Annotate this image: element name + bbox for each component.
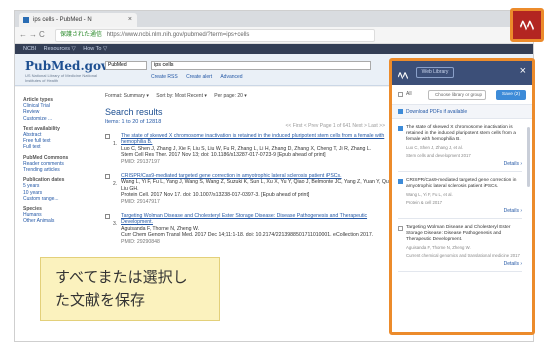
card-checkbox[interactable] xyxy=(398,126,403,131)
result-item: 2. CRISPR/Cas9-mediated targeted gene co… xyxy=(105,173,395,205)
filter-item[interactable]: Full text xyxy=(23,144,93,150)
extension-toolbar-button[interactable]: ﾍﾍ xyxy=(510,8,544,42)
forward-icon[interactable]: → xyxy=(29,30,37,39)
select-all-label: All xyxy=(406,91,412,97)
filter-item[interactable]: Other Animals xyxy=(23,218,93,224)
filter-item[interactable]: Customize ... xyxy=(23,116,93,122)
logo-subtitle: US National Library of Medicine National… xyxy=(25,73,98,83)
card-title: CRISPR/Cas9-mediated targeted gene corre… xyxy=(406,178,517,189)
result-number: 3. xyxy=(113,221,118,228)
filter-item[interactable]: Custom range... xyxy=(23,196,93,202)
card-details-link[interactable]: Details › xyxy=(406,161,522,167)
download-pdf-checkbox[interactable] xyxy=(398,109,403,114)
filter-sidebar: Article types Clinical Trial Review Cust… xyxy=(23,93,93,225)
url-text: https://www.ncbi.nlm.nih.gov/pubmed/?ter… xyxy=(106,32,250,38)
card-details-link[interactable]: Details › xyxy=(406,261,522,267)
mendeley-icon: ﾍﾍ xyxy=(398,71,408,82)
result-pmid: PMID: 29290848 xyxy=(121,238,160,245)
format-bar: Format: Summary ▾ Sort by: Most Recent ▾… xyxy=(105,93,395,99)
results-title: Search results xyxy=(105,107,163,117)
format-select[interactable]: Format: Summary ▾ xyxy=(105,93,149,99)
reload-icon[interactable]: C xyxy=(39,30,45,39)
result-checkbox[interactable] xyxy=(105,134,110,139)
download-pdf-label: Download PDFs if available xyxy=(406,109,468,115)
url-field[interactable]: 保護された通信 https://www.ncbi.nlm.nih.gov/pub… xyxy=(55,29,375,42)
select-all-checkbox[interactable] xyxy=(398,92,403,97)
result-journal: Curr Chem Genom Transl Med. 2017 Dec 14;… xyxy=(121,232,374,239)
results-count: Items: 1 to 20 of 12818 xyxy=(105,119,162,125)
result-title-link[interactable]: Targeting Wolman Disease and Cholesteryl… xyxy=(121,213,395,226)
result-item: 1. The state of skewed X chromosome inac… xyxy=(105,133,395,165)
panel-scrollbar[interactable] xyxy=(527,127,530,187)
panel-header: ﾍﾍ Web Library × xyxy=(392,61,532,85)
extension-save-panel: ﾍﾍ Web Library × All Choose library or g… xyxy=(389,58,535,335)
card-authors: Wang L, Yi F, Fu L, et al. xyxy=(406,192,453,197)
browser-tab[interactable]: ips cells - PubMed - N × xyxy=(19,13,137,27)
per-page-select[interactable]: Per page: 20 ▾ xyxy=(214,93,247,99)
card-journal: Stem cells and development 2017 xyxy=(406,152,471,158)
download-pdf-option[interactable]: Download PDFs if available xyxy=(392,105,532,119)
save-row: All Choose library or group Save (2) xyxy=(392,85,532,105)
tab-close-icon[interactable]: × xyxy=(128,13,132,27)
collection-select[interactable]: Choose library or group xyxy=(428,90,486,100)
howto-menu[interactable]: How To ▽ xyxy=(83,46,107,52)
tooltip-line-1: すべてまたは選択し xyxy=(55,268,188,286)
search-results: Format: Summary ▾ Sort by: Most Recent ▾… xyxy=(105,93,395,245)
card-authors: Aguisanda F, Thorne N, Zheng W. xyxy=(406,245,471,250)
result-number: 2. xyxy=(113,181,118,188)
card-journal: Current chemical genomics and translatio… xyxy=(406,252,520,258)
panel-card: Targeting Wolman Disease and Cholesteryl… xyxy=(398,225,522,272)
secure-label: 保護された通信 xyxy=(60,32,103,38)
database-select[interactable]: PubMed xyxy=(105,61,147,70)
result-number: 1. xyxy=(113,141,118,147)
result-checkbox[interactable] xyxy=(105,174,110,180)
result-authors: Wang L, Yi F, Fu L, Yang J, Wang S, Wang… xyxy=(121,179,395,192)
filter-item[interactable]: Trending articles xyxy=(23,167,93,173)
mendeley-icon: ﾍﾍ xyxy=(520,17,534,33)
tab-title: ips cells - PubMed - N xyxy=(33,17,92,23)
create-rss-link[interactable]: Create RSS xyxy=(151,74,178,80)
panel-card: CRISPR/Cas9-mediated targeted gene corre… xyxy=(398,178,522,219)
ncbi-link[interactable]: NCBI xyxy=(23,46,36,52)
tooltip-line-2: た文献を保存 xyxy=(55,291,146,309)
result-pmid: PMID: 29137197 xyxy=(121,158,160,165)
create-alert-link[interactable]: Create alert xyxy=(186,74,212,80)
tab-bar: ips cells - PubMed - N × xyxy=(15,11,533,27)
card-title: The state of skewed X chromosome inactiv… xyxy=(406,125,516,142)
card-title: Targeting Wolman Disease and Cholesteryl… xyxy=(406,225,511,242)
card-checkbox[interactable] xyxy=(398,179,403,184)
result-item: 3. Targeting Wolman Disease and Choleste… xyxy=(105,213,395,245)
card-authors: Luo C, Shen J, Zhang J, et al. xyxy=(406,145,463,150)
pubmed-favicon-icon xyxy=(23,17,29,23)
advanced-link[interactable]: Advanced xyxy=(220,74,242,80)
card-checkbox[interactable] xyxy=(398,226,403,231)
ncbi-bar: NCBI Resources ▽ How To ▽ xyxy=(15,44,533,54)
header-links: Create RSS Create alert Advanced xyxy=(151,74,250,80)
save-button[interactable]: Save (2) xyxy=(496,90,526,100)
web-library-button[interactable]: Web Library xyxy=(416,67,454,78)
sort-select[interactable]: Sort by: Most Recent ▾ xyxy=(156,93,207,99)
card-details-link[interactable]: Details › xyxy=(406,208,522,214)
card-journal: Protein & cell 2017 xyxy=(406,199,443,205)
back-icon[interactable]: ← xyxy=(19,30,27,39)
address-bar: ← → C 保護された通信 https://www.ncbi.nlm.nih.g… xyxy=(15,27,533,44)
resources-menu[interactable]: Resources ▽ xyxy=(44,46,76,52)
result-checkbox[interactable] xyxy=(105,214,110,220)
pubmed-logo[interactable]: PubMed.gov xyxy=(25,59,108,73)
close-icon[interactable]: × xyxy=(520,65,526,77)
result-pmid: PMID: 29147917 xyxy=(121,198,160,205)
save-tooltip-callout: すべてまたは選択し た文献を保存 xyxy=(40,257,220,321)
result-title-link[interactable]: The state of skewed X chromosome inactiv… xyxy=(121,133,395,146)
panel-card: The state of skewed X chromosome inactiv… xyxy=(398,125,522,172)
search-input[interactable]: ips cells xyxy=(151,61,371,70)
